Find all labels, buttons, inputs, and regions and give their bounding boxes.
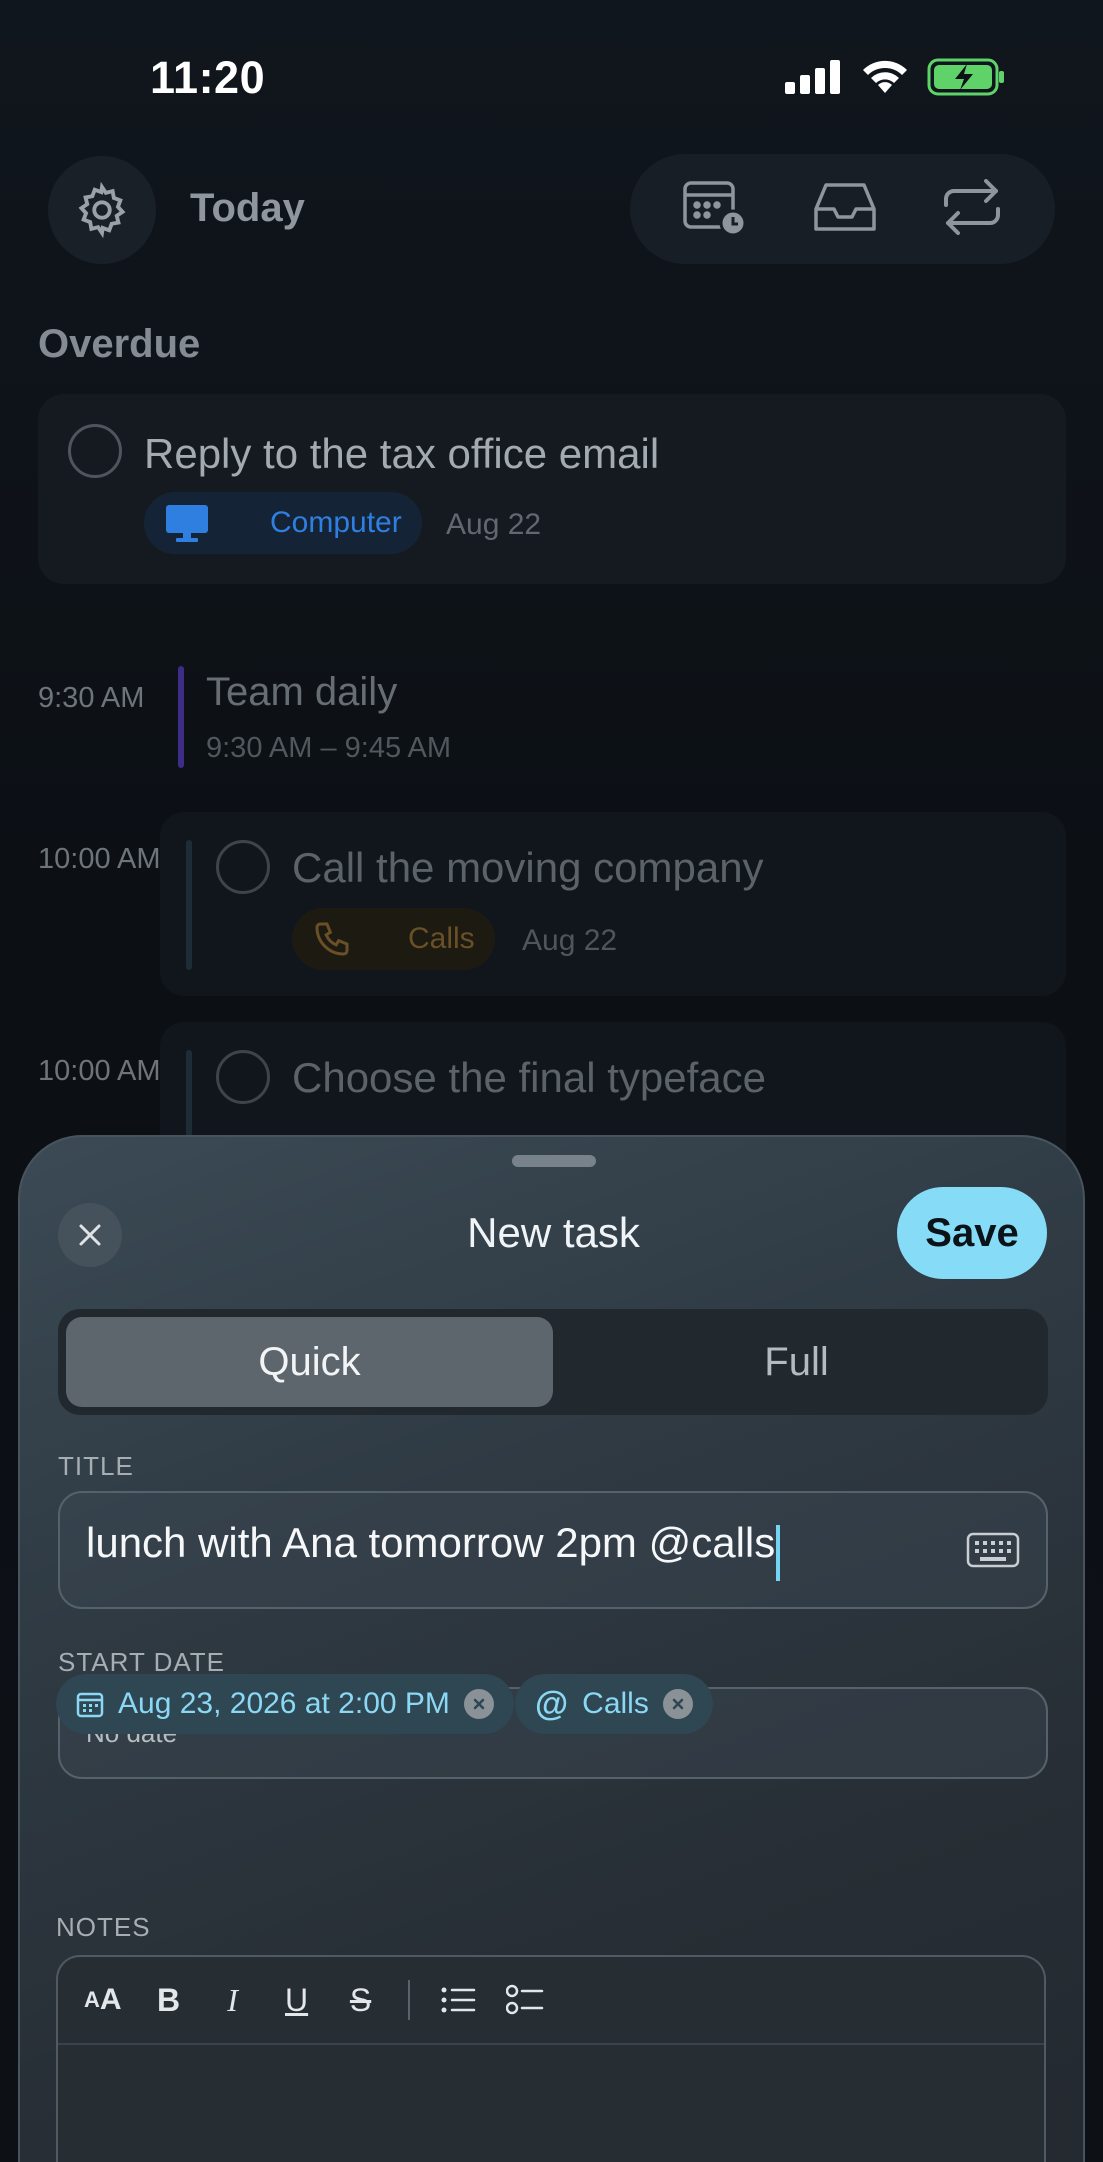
page-title: Today xyxy=(190,186,305,230)
calendar-clock-button[interactable] xyxy=(681,177,751,242)
title-input-text-wrap: lunch with Ana tomorrow 2pm @calls xyxy=(86,1519,781,1581)
task-card[interactable]: Call the moving company Calls Aug 22 xyxy=(160,812,1066,996)
italic-button[interactable]: I xyxy=(216,1982,250,2019)
phone-icon xyxy=(315,922,349,956)
gear-icon xyxy=(78,181,126,239)
toolbar-divider xyxy=(407,1980,410,2020)
strikethrough-button[interactable]: S xyxy=(344,1982,378,2019)
task-date: Aug 22 xyxy=(446,508,542,541)
event-card[interactable]: Team daily 9:30 AM – 9:45 AM xyxy=(160,650,1066,788)
time-label: 10:00 AM xyxy=(38,843,161,875)
close-button[interactable] xyxy=(58,1203,122,1267)
bullet-list-button[interactable] xyxy=(440,1985,476,2015)
title-field-label: TITLE xyxy=(58,1451,134,1481)
time-label: 10:00 AM xyxy=(38,1055,161,1087)
context-chip[interactable]: @ Calls xyxy=(515,1674,713,1734)
date-chip[interactable]: Aug 23, 2026 at 2:00 PM xyxy=(56,1674,514,1734)
inbox-button[interactable] xyxy=(812,179,878,240)
computer-icon xyxy=(166,505,208,542)
battery-icon xyxy=(927,58,1004,96)
task-title: Call the moving company xyxy=(292,844,764,891)
date-chip-label: Aug 23, 2026 at 2:00 PM xyxy=(118,1687,450,1720)
title-input-value: lunch with Ana tomorrow 2pm @calls xyxy=(86,1519,776,1567)
view-switcher xyxy=(630,154,1055,264)
keyboard-icon[interactable] xyxy=(966,1532,1020,1568)
settings-button[interactable] xyxy=(48,156,156,264)
task-card-overdue[interactable]: Reply to the tax office email Computer A… xyxy=(38,394,1066,584)
text-size-small-a: A xyxy=(84,1987,100,2012)
checklist-icon xyxy=(505,1984,543,2015)
wifi-icon xyxy=(863,60,907,93)
context-chip-label: Calls xyxy=(582,1687,649,1720)
calendar-clock-icon xyxy=(683,180,747,236)
event-color-bar xyxy=(178,666,184,768)
tag-chip-computer: Computer xyxy=(144,492,422,554)
text-size-icon: A xyxy=(99,1983,122,2016)
text-size-button[interactable]: AAAA xyxy=(84,1983,122,2017)
signal-icon xyxy=(785,60,840,94)
task-title: Choose the final typeface xyxy=(292,1054,766,1101)
remove-context-chip-button[interactable] xyxy=(662,1689,693,1719)
task-checkbox[interactable] xyxy=(216,1050,270,1104)
at-icon: @ xyxy=(535,1684,569,1723)
notes-editor[interactable]: AAAA B I U S xyxy=(56,1955,1046,2162)
status-time: 11:20 xyxy=(150,52,266,103)
tag-label: Calls xyxy=(408,922,475,955)
remove-date-chip-button[interactable] xyxy=(463,1689,494,1719)
checklist-button[interactable] xyxy=(505,1984,544,2016)
repeat-icon xyxy=(944,178,1001,235)
section-title-overdue: Overdue xyxy=(38,322,201,366)
text-cursor xyxy=(776,1524,781,1581)
save-button[interactable]: Save xyxy=(897,1187,1047,1279)
task-title: Reply to the tax office email xyxy=(144,430,660,477)
notes-label: NOTES xyxy=(56,1912,151,1942)
tag-chip-calls: Calls xyxy=(292,908,495,970)
status-icons xyxy=(785,58,1007,96)
event-time-range: 9:30 AM – 9:45 AM xyxy=(206,732,452,764)
tag-label: Computer xyxy=(270,506,402,539)
mode-segmented-control: Quick Full xyxy=(58,1309,1048,1415)
close-icon xyxy=(672,1698,684,1710)
calendar-icon xyxy=(76,1692,104,1718)
task-checkbox[interactable] xyxy=(68,424,122,478)
inbox-icon xyxy=(814,182,877,231)
time-label: 9:30 AM xyxy=(38,682,145,714)
bullet-list-icon xyxy=(441,1987,475,2013)
underline-button[interactable]: U xyxy=(280,1982,314,2019)
bold-button[interactable]: B xyxy=(152,1982,186,2019)
close-icon xyxy=(473,1698,485,1710)
title-field[interactable]: lunch with Ana tomorrow 2pm @calls xyxy=(58,1491,1048,1609)
sheet-grabber[interactable] xyxy=(512,1155,596,1167)
task-color-bar xyxy=(186,840,192,970)
tab-full[interactable]: Full xyxy=(553,1317,1040,1407)
notes-toolbar: AAAA B I U S xyxy=(58,1957,1044,2045)
event-title: Team daily xyxy=(206,670,398,714)
task-checkbox[interactable] xyxy=(216,840,270,894)
tab-quick[interactable]: Quick xyxy=(66,1317,553,1407)
close-icon xyxy=(79,1224,101,1246)
repeat-button[interactable] xyxy=(940,178,1004,240)
task-date: Aug 22 xyxy=(522,924,618,957)
